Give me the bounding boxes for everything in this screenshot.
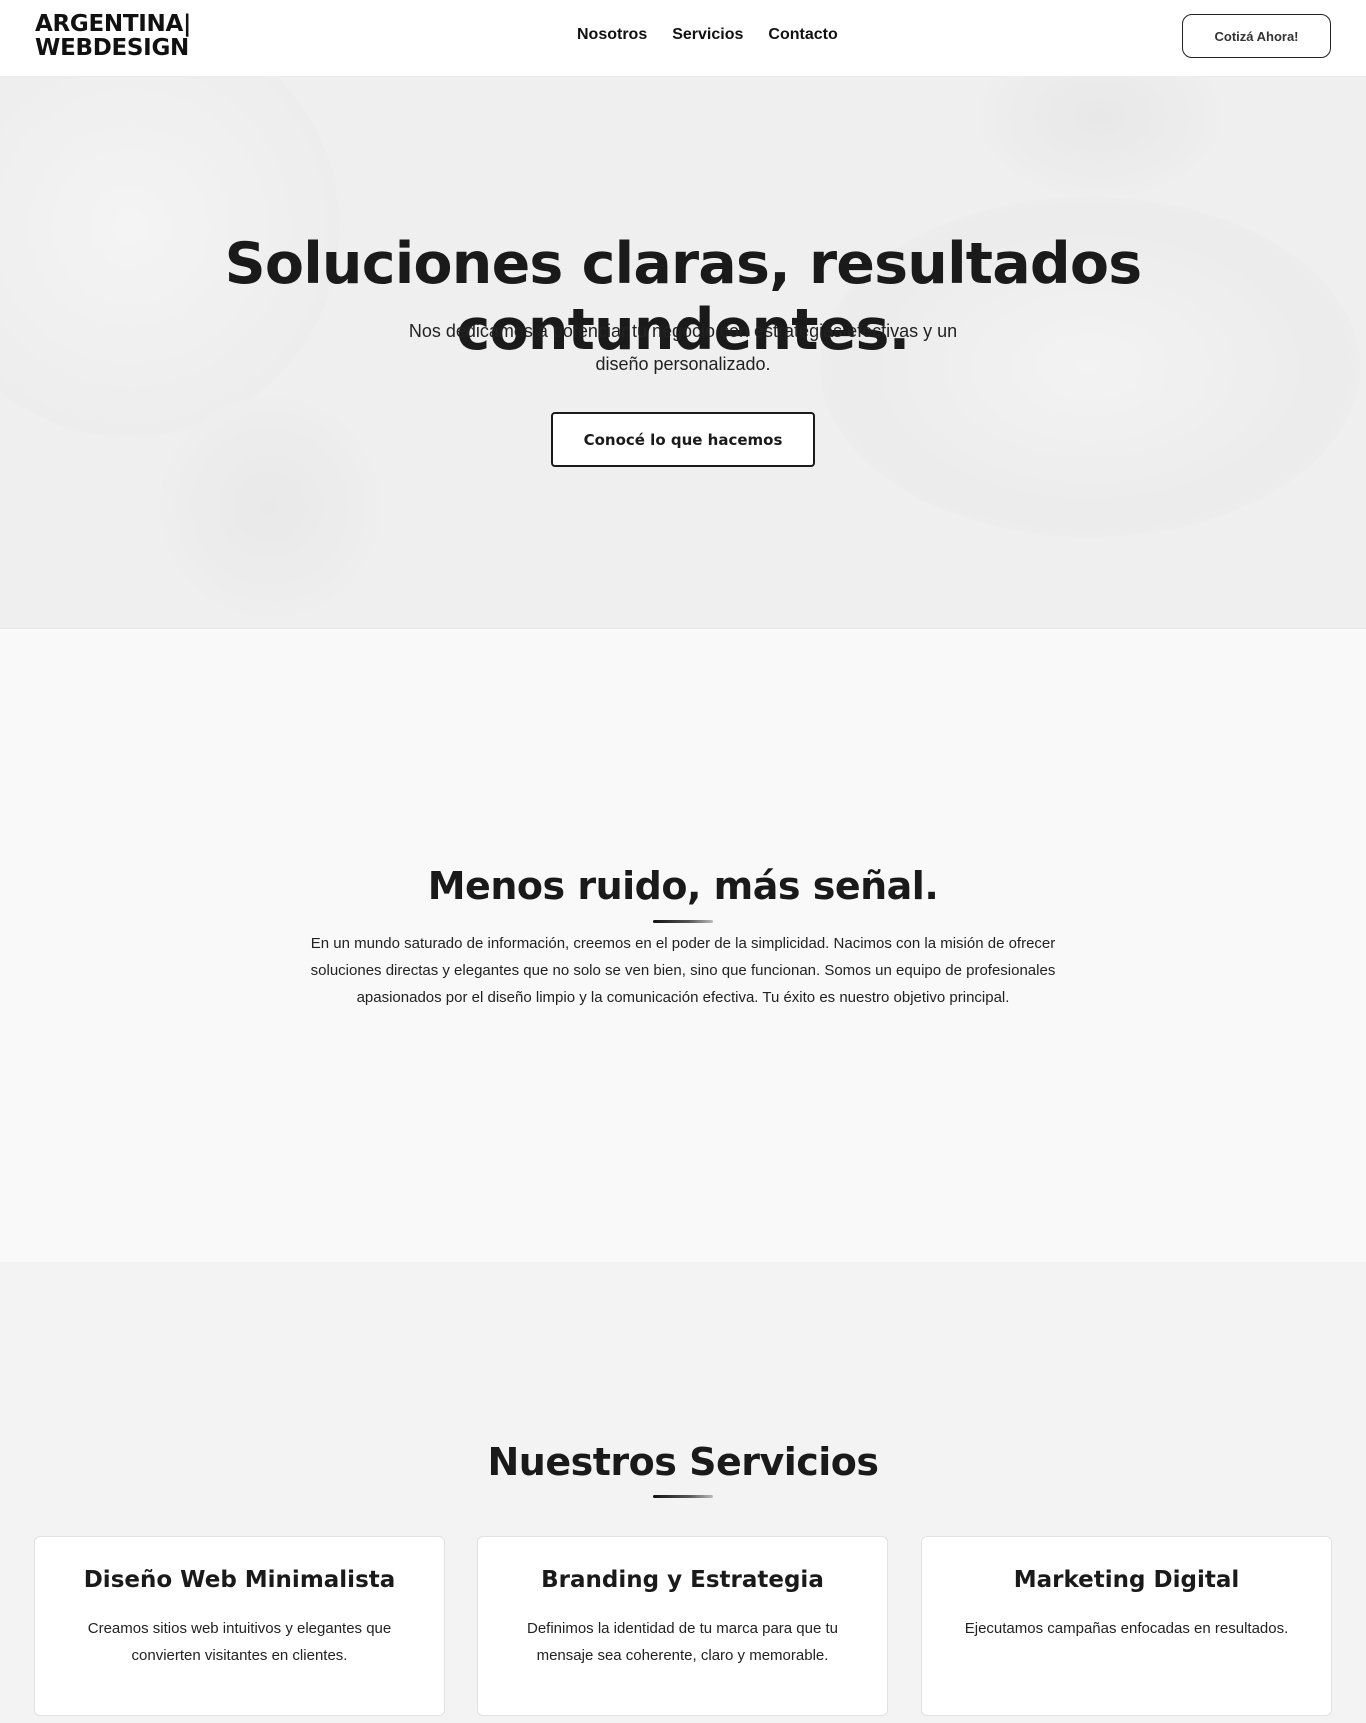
about-section: Menos ruido, más señal. En un mundo satu… [0, 630, 1366, 1262]
about-title-underline [653, 920, 713, 923]
service-card-text: Definimos la identidad de tu marca para … [526, 1620, 838, 1664]
site-header: ARGENTINA| WEBDESIGN Nosotros Servicios … [0, 0, 1366, 77]
learn-more-button[interactable]: Conocé lo que hacemos [551, 412, 815, 467]
services-title-underline [653, 1495, 713, 1498]
about-title: Menos ruido, más señal. [427, 864, 939, 908]
service-card-text: Ejecutamos campañas enfocadas en resulta… [964, 1620, 1289, 1637]
service-card-text: Creamos sitios web intuitivos y elegante… [87, 1620, 392, 1664]
services-section: Nuestros Servicios Diseño Web Minimalist… [0, 1262, 1366, 1723]
logo-line-1: ARGENTINA| [35, 11, 192, 37]
nav-link-servicios[interactable]: Servicios [672, 26, 743, 44]
hero-section: Soluciones claras, resultados contundent… [0, 77, 1366, 629]
services-title: Nuestros Servicios [487, 1440, 879, 1484]
quote-button[interactable]: Cotizá Ahora! [1182, 14, 1331, 58]
hero-deco-circle [980, 77, 1220, 197]
hero-subtitle: Nos dedicamos a potenciar tu negocio con… [408, 321, 958, 374]
service-card-marketing[interactable]: Marketing Digital Ejecutamos campañas en… [921, 1536, 1332, 1716]
about-text: En un mundo saturado de información, cre… [310, 935, 1056, 1006]
main-nav: Nosotros Servicios Contacto [577, 26, 838, 44]
service-card-title: Marketing Digital [1013, 1567, 1240, 1593]
nav-link-nosotros[interactable]: Nosotros [577, 26, 647, 44]
service-card-branding[interactable]: Branding y Estrategia Definimos la ident… [477, 1536, 888, 1716]
service-card-web-design[interactable]: Diseño Web Minimalista Creamos sitios we… [34, 1536, 445, 1716]
logo[interactable]: ARGENTINA| WEBDESIGN [35, 12, 191, 60]
logo-line-2: WEBDESIGN [35, 35, 189, 61]
nav-link-contacto[interactable]: Contacto [768, 26, 837, 44]
service-card-title: Branding y Estrategia [541, 1567, 824, 1593]
hero-deco-circle [160, 397, 380, 617]
service-card-title: Diseño Web Minimalista [83, 1567, 396, 1593]
